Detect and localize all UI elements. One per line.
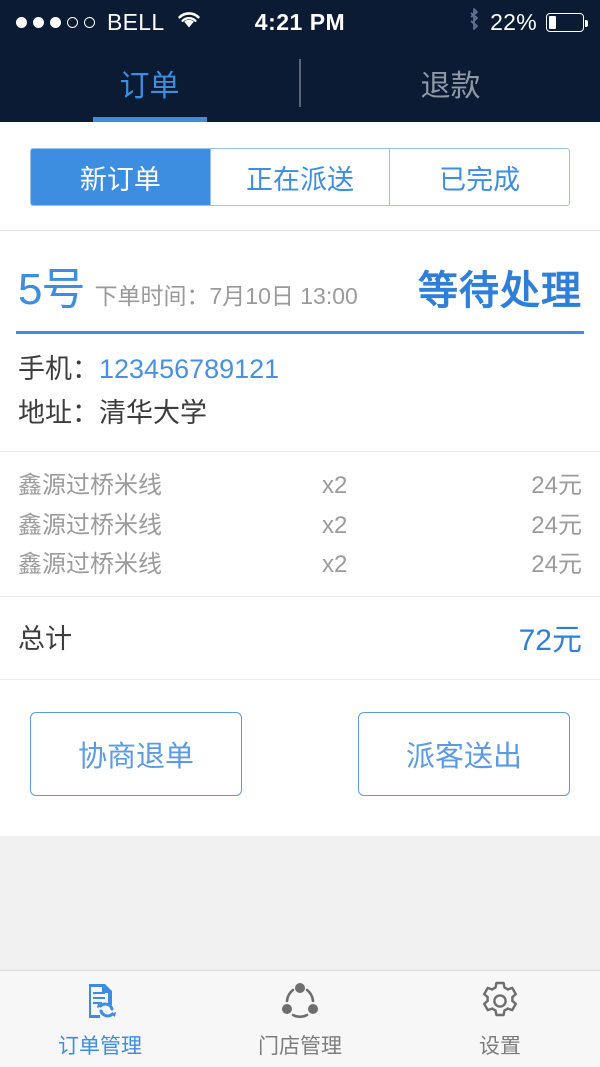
negotiate-refund-button[interactable]: 协商退单 bbox=[30, 711, 242, 796]
tab-store-management-label: 门店管理 bbox=[258, 1035, 342, 1058]
top-nav-bar: 订单 退款 bbox=[0, 44, 600, 122]
order-item-name: 鑫源过桥米线 bbox=[18, 511, 162, 539]
order-number: 5号 bbox=[18, 265, 85, 314]
nav-tab-orders-label: 订单 bbox=[119, 70, 180, 103]
bluetooth-icon bbox=[467, 7, 481, 37]
tab-order-management-label: 订单管理 bbox=[58, 1035, 142, 1058]
order-total-row: 总计 72元 bbox=[0, 597, 600, 680]
order-item-row: 鑫源过桥米线 x2 24元 bbox=[18, 545, 582, 584]
tab-settings-label: 设置 bbox=[479, 1035, 521, 1058]
customer-phone-label: 手机： bbox=[18, 354, 99, 384]
order-item-name: 鑫源过桥米线 bbox=[18, 550, 162, 578]
app-screen: BELL 4:21 PM 22% 订单 退款 新订单 正在派送 已完成 5号 下… bbox=[0, 0, 600, 1067]
gear-icon bbox=[477, 978, 523, 1024]
segment-delivering-label: 正在派送 bbox=[246, 164, 354, 195]
status-bar-right: 22% bbox=[345, 7, 588, 37]
segment-completed-label: 已完成 bbox=[439, 164, 521, 195]
order-item-qty: x2 bbox=[322, 511, 348, 539]
segment-delivering[interactable]: 正在派送 bbox=[209, 149, 390, 205]
battery-icon bbox=[546, 12, 588, 32]
nav-tab-refunds-label: 退款 bbox=[420, 70, 481, 103]
nav-active-indicator bbox=[92, 117, 207, 122]
order-item-row: 鑫源过桥米线 x2 24元 bbox=[18, 466, 582, 505]
bottom-tab-bar: 订单管理 门店管理 设置 bbox=[0, 970, 600, 1067]
order-item-price: 24元 bbox=[531, 472, 582, 500]
order-status-badge: 等待处理 bbox=[418, 269, 582, 313]
signal-strength-icon bbox=[16, 16, 95, 28]
customer-phone-row: 手机：123456789121 bbox=[18, 348, 582, 392]
status-bar-left: BELL bbox=[16, 9, 255, 36]
nav-tab-refunds[interactable]: 退款 bbox=[301, 44, 600, 122]
customer-address-label: 地址： bbox=[18, 397, 99, 428]
status-bar: BELL 4:21 PM 22% bbox=[0, 0, 600, 44]
tab-settings[interactable]: 设置 bbox=[400, 971, 600, 1067]
battery-percent: 22% bbox=[490, 8, 537, 35]
order-item-qty: x2 bbox=[322, 550, 348, 578]
carrier-name: BELL bbox=[107, 8, 165, 35]
nav-tab-orders[interactable]: 订单 bbox=[0, 44, 299, 122]
segment-new-orders[interactable]: 新订单 bbox=[31, 149, 210, 205]
segment-new-orders-label: 新订单 bbox=[79, 164, 161, 195]
order-total-label: 总计 bbox=[18, 624, 72, 655]
order-actions: 协商退单 派客送出 bbox=[0, 680, 600, 836]
order-time: 下单时间：7月10日 13:00 bbox=[94, 283, 358, 309]
order-item-row: 鑫源过桥米线 x2 24元 bbox=[18, 506, 582, 545]
order-items-list: 鑫源过桥米线 x2 24元 鑫源过桥米线 x2 24元 鑫源过桥米线 x2 24… bbox=[0, 452, 600, 597]
customer-address-value: 清华大学 bbox=[99, 397, 207, 428]
store-network-icon bbox=[277, 978, 323, 1024]
customer-address-row: 地址：清华大学 bbox=[18, 392, 582, 436]
segmented-control: 新订单 正在派送 已完成 bbox=[30, 148, 570, 206]
order-document-refresh-icon bbox=[77, 978, 123, 1024]
order-total-value: 72元 bbox=[518, 623, 582, 657]
status-bar-clock: 4:21 PM bbox=[254, 8, 346, 35]
order-header: 5号 下单时间：7月10日 13:00 等待处理 bbox=[0, 231, 600, 331]
tab-store-management[interactable]: 门店管理 bbox=[200, 971, 400, 1067]
segment-completed[interactable]: 已完成 bbox=[389, 149, 569, 205]
customer-phone-value[interactable]: 123456789121 bbox=[99, 354, 279, 384]
order-filter-bar: 新订单 正在派送 已完成 bbox=[0, 122, 600, 231]
wifi-icon bbox=[176, 9, 202, 35]
order-item-qty: x2 bbox=[322, 472, 348, 500]
order-item-price: 24元 bbox=[531, 511, 582, 539]
tab-order-management[interactable]: 订单管理 bbox=[0, 971, 200, 1067]
top-nav-tabs: 订单 退款 bbox=[0, 44, 600, 122]
order-item-price: 24元 bbox=[531, 550, 582, 578]
order-item-name: 鑫源过桥米线 bbox=[18, 472, 162, 500]
customer-contact-section: 手机：123456789121 地址：清华大学 bbox=[0, 334, 600, 453]
dispatch-courier-button[interactable]: 派客送出 bbox=[358, 711, 570, 796]
order-card[interactable]: 5号 下单时间：7月10日 13:00 等待处理 手机：123456789121… bbox=[0, 231, 600, 836]
